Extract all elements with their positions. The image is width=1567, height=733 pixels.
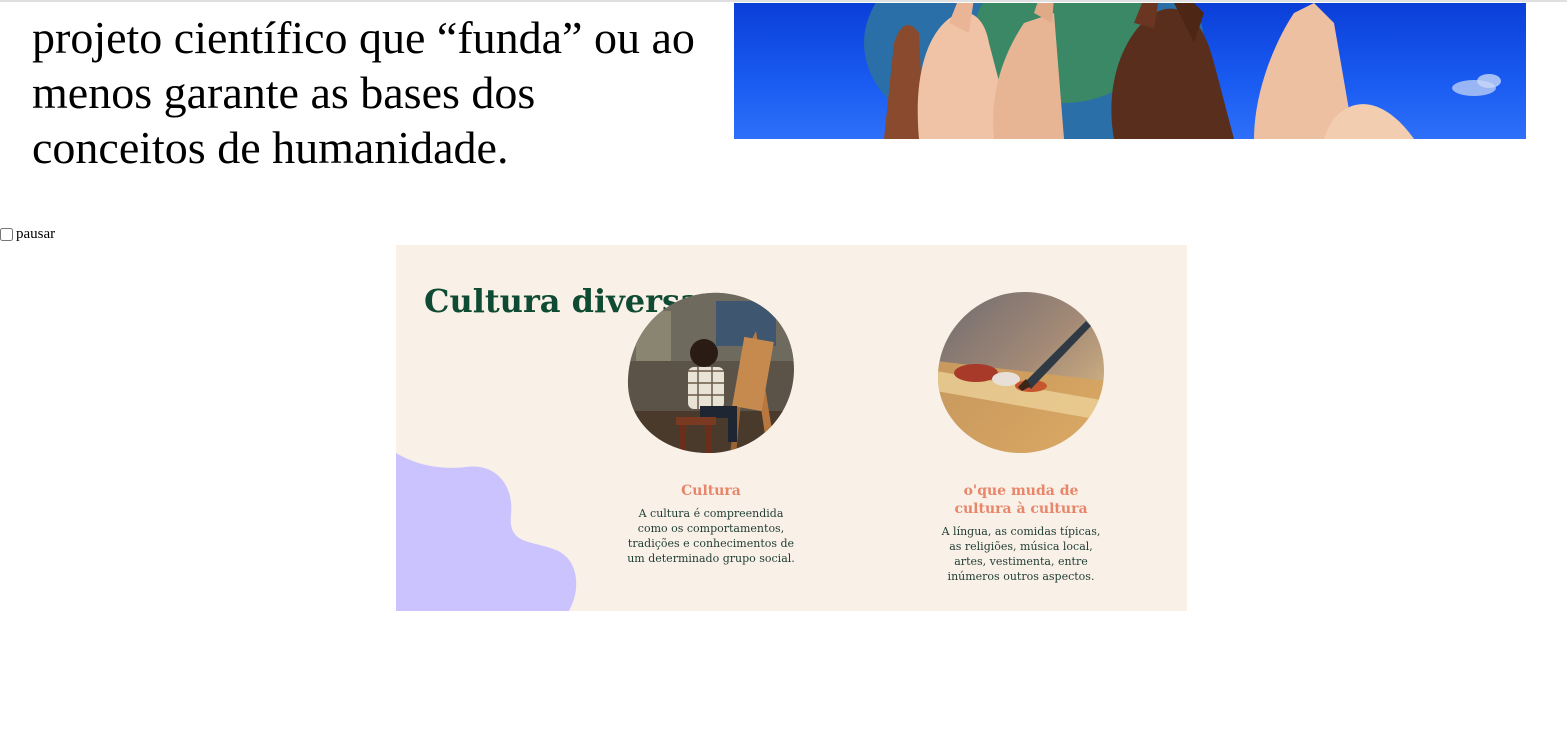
pause-label: pausar (16, 226, 56, 242)
intro-paragraph: projeto científico que “funda” ou ao men… (32, 12, 695, 173)
paintbrush-palette-image (937, 291, 1104, 453)
painter-at-easel-image (627, 292, 794, 453)
card-cultura: Cultura A cultura é compreendida como os… (624, 482, 798, 566)
hands-on-globe-image (734, 3, 1526, 139)
top-divider (0, 0, 1567, 2)
card-title: Cultura (681, 483, 741, 499)
card-o-que-muda: o'que muda de cultura à cultura A língua… (936, 482, 1106, 584)
pause-checkbox[interactable] (0, 228, 13, 241)
decorative-blob (396, 453, 577, 611)
card-title: o'que muda de cultura à cultura (954, 483, 1088, 517)
card-text: A cultura é compreendida como os comport… (627, 507, 795, 565)
pause-control[interactable]: pausar (0, 226, 55, 243)
carousel-slide: Cultura diversas Cultura A cultura é com… (396, 245, 1187, 611)
card-text: A língua, as comidas típicas, as religiõ… (941, 525, 1101, 583)
